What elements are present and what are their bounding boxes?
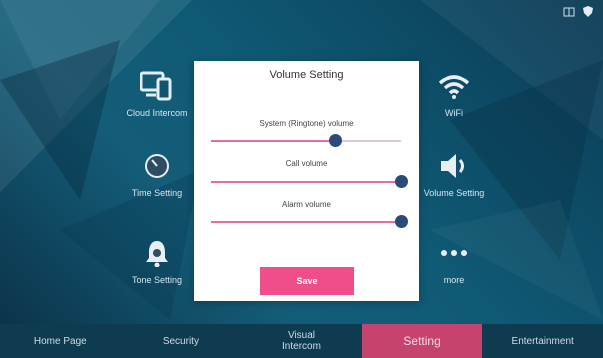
alarm-volume-slider[interactable] — [211, 215, 408, 228]
tab-security[interactable]: Security — [121, 324, 242, 358]
app-volume-setting[interactable]: Volume Setting — [404, 150, 504, 198]
app-more[interactable]: more — [404, 237, 504, 285]
tab-setting[interactable]: Setting — [361, 324, 483, 358]
slider-knob[interactable] — [328, 134, 342, 147]
speaker-icon — [404, 150, 504, 182]
dialog-title: Volume Setting — [269, 69, 344, 81]
app-time-setting[interactable]: Time Setting — [107, 150, 207, 198]
slider-knob[interactable] — [395, 175, 408, 188]
tab-visual-intercom[interactable]: Visual Intercom — [241, 324, 362, 358]
tab-entertainment[interactable]: Entertainment — [482, 324, 603, 358]
slider-fill — [211, 221, 401, 223]
slider-fill — [211, 181, 401, 183]
wifi-icon — [404, 70, 504, 102]
slider-knob[interactable] — [395, 215, 408, 228]
bell-icon — [107, 237, 207, 269]
app-label: Tone Setting — [131, 275, 183, 285]
app-label: Time Setting — [131, 188, 183, 198]
app-label: Volume Setting — [423, 188, 485, 198]
system-volume-slider[interactable] — [211, 134, 401, 147]
call-volume-slider[interactable] — [211, 175, 408, 188]
slider-label-alarm: Alarm volume — [282, 200, 331, 209]
save-button[interactable]: Save — [260, 267, 354, 295]
app-tone-setting[interactable]: Tone Setting — [107, 237, 207, 285]
status-icons — [563, 6, 593, 20]
ellipsis-icon — [404, 237, 504, 269]
app-label: Cloud Intercom — [126, 108, 188, 118]
app-label: WiFi — [445, 108, 463, 118]
slider-label-system: System (Ringtone) volume — [259, 119, 354, 128]
app-wifi[interactable]: WiFi — [404, 70, 504, 118]
shield-icon[interactable] — [583, 6, 593, 20]
slider-fill — [211, 140, 335, 142]
slider-label-call: Call volume — [285, 159, 328, 168]
bottom-tab-bar: Home Page Security Visual Intercom Setti… — [0, 324, 603, 358]
app-label: more — [443, 275, 465, 285]
clock-icon — [107, 150, 207, 182]
tab-home-page[interactable]: Home Page — [0, 324, 121, 358]
cloud-intercom-icon — [107, 70, 207, 102]
app-cloud-intercom[interactable]: Cloud Intercom — [107, 70, 207, 118]
volume-setting-dialog: Volume Setting System (Ringtone) volume … — [194, 61, 419, 301]
window-icon[interactable] — [563, 6, 575, 20]
home-screen: Cloud Intercom Time Setting Tone Setting… — [0, 0, 603, 358]
